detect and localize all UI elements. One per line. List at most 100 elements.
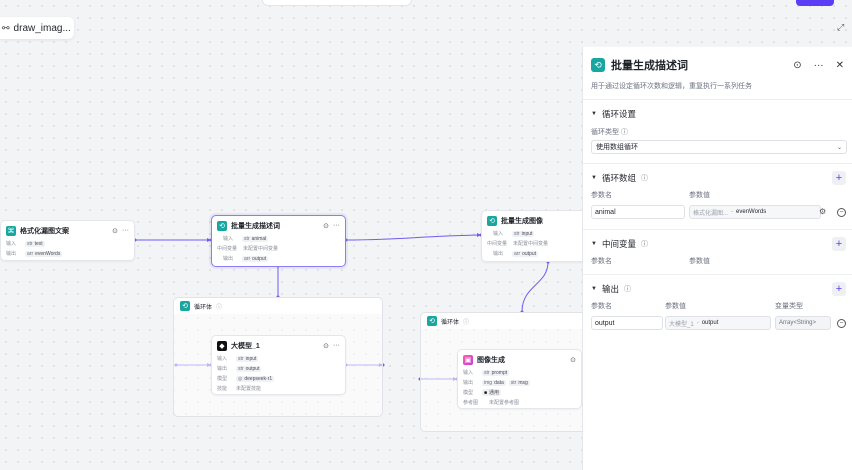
publish-button[interactable] <box>796 0 834 6</box>
loop-icon: ⟲ <box>427 316 437 326</box>
variable-tag: str input <box>512 230 535 237</box>
row-label: 输入 <box>223 236 234 242</box>
col-name-label: 参数名 <box>591 258 612 265</box>
loop-title: 循环体 <box>194 304 213 311</box>
run-icon[interactable]: ⊙ <box>323 222 329 230</box>
ref-source: 格式化漏图... <box>693 210 729 217</box>
row-label: 输出 <box>6 251 17 257</box>
variable-tag: str output <box>236 365 262 372</box>
col-name-label: 参数名 <box>591 303 612 310</box>
section-title: 循环数组 <box>601 173 636 183</box>
add-loop-array-button[interactable]: + <box>832 171 846 185</box>
loop-icon: ⟲ <box>487 216 497 226</box>
col-name-label: 参数名 <box>591 192 612 199</box>
info-icon[interactable]: ⓘ <box>641 239 648 249</box>
more-icon[interactable]: ··· <box>333 222 340 230</box>
node-batch-image[interactable]: ⟲ 批量生成图像 输入 str input 中间变量 未配置中间变量 输出 arr… <box>481 210 591 262</box>
col-value-label: 参数值 <box>689 192 710 199</box>
section-intermediate[interactable]: ▼ 中间变量 ⓘ <box>591 238 648 250</box>
variable-tag: str prompt <box>482 369 510 376</box>
divider <box>583 274 852 275</box>
row-label: 技能 <box>217 386 228 392</box>
add-intermediate-button[interactable]: + <box>832 237 846 251</box>
loop-type-label: 循环类型 ⓘ <box>591 129 628 136</box>
more-icon[interactable]: ··· <box>122 227 129 235</box>
panel-description: 用于通过设定循环次数和逻辑，重复执行一系列任务 <box>591 83 752 90</box>
run-icon[interactable]: ⊙ <box>112 227 118 235</box>
node-llm[interactable]: ◆ 大模型_1 ⊙ ··· 输入 str input 输出 str output 模… <box>211 335 346 395</box>
output-value-ref[interactable]: 大模型_1 - output <box>665 316 771 330</box>
row-value: 未配置中间变量 <box>243 246 279 252</box>
code-icon: ⌘ <box>6 226 16 236</box>
add-output-button[interactable]: + <box>832 282 846 296</box>
model-tag: ■ 通用 <box>482 389 502 396</box>
row-label: 模型 <box>463 390 474 396</box>
loop-type-select[interactable]: 使用数组循环 ⌄ <box>591 140 847 154</box>
input-value: animal <box>595 208 616 216</box>
col-type-label: 变量类型 <box>775 303 803 310</box>
node-batch-desc[interactable]: ⟲ 批量生成描述词 ⊙ ··· 输入 str animal 中间变量 未配置中间变… <box>211 215 346 267</box>
run-icon[interactable]: ⊙ <box>323 342 329 350</box>
node-title: 图像生成 <box>477 357 505 364</box>
top-toolbar[interactable] <box>262 0 412 6</box>
ref-var: output <box>701 320 719 326</box>
more-icon[interactable]: ··· <box>333 342 340 350</box>
row-value: 未配置技能 <box>236 386 262 392</box>
model-tag: ◎ deepseek-r1 <box>236 375 275 382</box>
col-value-label: 参数值 <box>665 303 686 310</box>
section-loop-settings[interactable]: ▼ 循环设置 <box>591 108 636 120</box>
input-value: output <box>595 319 615 327</box>
section-output[interactable]: ▼ 输出 ⓘ <box>591 283 631 295</box>
workflow-title: draw_imag... <box>13 22 71 34</box>
remove-icon[interactable]: − <box>837 208 846 217</box>
info-icon[interactable]: ⓘ <box>216 302 222 311</box>
loop-title: 循环体 <box>441 319 460 326</box>
section-loop-array[interactable]: ▼ 循环数组 ⓘ <box>591 172 648 184</box>
ref-var: evenWords <box>736 209 767 215</box>
close-icon[interactable]: ✕ <box>836 60 844 71</box>
info-icon[interactable]: ⓘ <box>621 129 628 136</box>
section-title: 输出 <box>601 284 619 294</box>
row-value: 未配置中间变量 <box>513 241 549 247</box>
divider <box>583 229 852 230</box>
output-type-field: Array<String> <box>775 316 831 330</box>
section-title: 中间变量 <box>601 239 636 249</box>
node-image-gen[interactable]: ▣ 图像生成 ⊙ 输入 str prompt 输出 img data str msg … <box>457 349 582 409</box>
gear-icon[interactable]: ⚙ <box>819 207 826 216</box>
row-label: 中间变量 <box>487 241 508 247</box>
info-icon[interactable]: ⓘ <box>463 317 469 326</box>
loop-icon: ⟲ <box>217 221 227 231</box>
expand-icon[interactable]: ⤢ <box>837 22 844 33</box>
workflow-title-chip[interactable]: ⚯ draw_imag... <box>0 17 74 39</box>
row-label: 输入 <box>493 231 504 237</box>
node-title: 大模型_1 <box>231 343 260 350</box>
row-value: 未配置参考图 <box>489 400 520 406</box>
more-icon[interactable]: ··· <box>814 60 824 71</box>
info-icon[interactable]: ⓘ <box>624 284 631 294</box>
chevron-down-icon: ⌄ <box>836 144 842 151</box>
loop-array-name-input[interactable]: animal <box>591 205 685 219</box>
select-value: 使用数组循环 <box>596 144 638 151</box>
node-title: 格式化漏图文案 <box>20 228 69 235</box>
col-value-label: 参数值 <box>689 258 710 265</box>
run-icon[interactable]: ⊙ <box>570 356 576 364</box>
variable-tag: str msg <box>508 379 530 386</box>
panel-title: 批量生成描述词 <box>611 60 688 72</box>
node-title: 批量生成描述词 <box>231 223 280 230</box>
run-icon[interactable]: ⊙ <box>793 60 801 71</box>
row-label: 输出 <box>493 251 504 257</box>
chevron-down-icon: ▼ <box>591 286 597 292</box>
divider <box>583 163 852 164</box>
section-title: 循环设置 <box>601 109 636 119</box>
remove-icon[interactable]: − <box>837 319 846 328</box>
image-icon: ▣ <box>463 355 473 365</box>
loop-icon: ⟲ <box>180 301 190 311</box>
output-name-input[interactable]: output <box>591 316 663 330</box>
variable-tag: arr evenWords <box>25 250 63 257</box>
node-format-text[interactable]: ⌘ 格式化漏图文案 ⊙ ··· 输入 str text 输出 arr evenWor… <box>0 220 135 261</box>
type-value: Array<String> <box>779 320 817 326</box>
model-icon: ◆ <box>217 341 227 351</box>
loop-array-value-ref[interactable]: 格式化漏图... - evenWords <box>689 205 821 219</box>
info-icon[interactable]: ⓘ <box>641 173 648 183</box>
row-label: 输入 <box>217 356 228 362</box>
